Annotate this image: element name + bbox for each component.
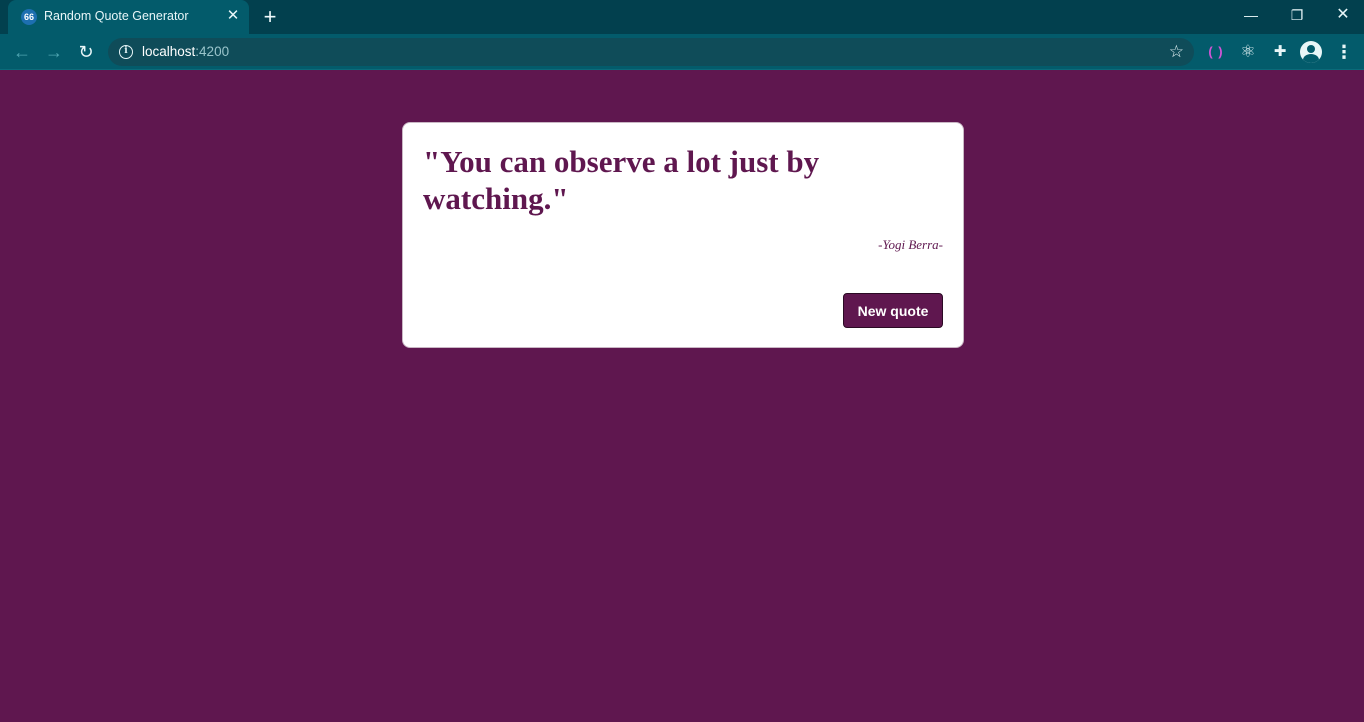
profile-avatar-icon[interactable]: [1300, 41, 1322, 63]
browser-toolbar: ← → ↻ i localhost:4200 ☆ ( ) ⚛ ✚ ⋮: [0, 34, 1364, 70]
new-quote-button[interactable]: New quote: [843, 293, 943, 328]
forward-arrow-icon[interactable]: →: [41, 39, 67, 65]
bookmark-star-icon[interactable]: ☆: [1169, 41, 1184, 63]
site-info-icon[interactable]: i: [119, 45, 133, 59]
reload-icon[interactable]: ↻: [73, 39, 99, 65]
browser-title-bar: 66 Random Quote Generator ✕ + — ❐ ✕: [0, 0, 1364, 34]
react-devtools-icon[interactable]: ⚛: [1236, 40, 1260, 64]
address-bar[interactable]: i localhost:4200 ☆: [108, 38, 1194, 66]
avatar-head: [1307, 45, 1315, 53]
browser-tab-active[interactable]: 66 Random Quote Generator ✕: [8, 0, 249, 34]
url-port: :4200: [195, 44, 230, 59]
kebab-menu-icon[interactable]: ⋮: [1332, 40, 1356, 64]
tab-title: Random Quote Generator: [44, 9, 189, 23]
quote-author: -Yogi Berra-: [878, 237, 943, 252]
avatar-body: [1303, 54, 1319, 63]
window-restore-button[interactable]: ❐: [1274, 0, 1320, 30]
page-viewport: "You can observe a lot just by watching.…: [0, 71, 1364, 722]
url-host: localhost: [142, 44, 196, 59]
brackets-extension-icon[interactable]: ( ): [1204, 40, 1228, 64]
quote-text: "You can observe a lot just by watching.…: [423, 144, 820, 216]
quote-card: "You can observe a lot just by watching.…: [402, 122, 964, 348]
quote-favicon-icon: 66: [21, 9, 37, 25]
address-url[interactable]: localhost:4200: [142, 44, 229, 59]
back-arrow-icon[interactable]: ←: [9, 39, 35, 65]
new-tab-button[interactable]: +: [258, 5, 282, 29]
tab-close-icon[interactable]: ✕: [223, 6, 243, 26]
extensions-puzzle-icon[interactable]: ✚: [1268, 40, 1292, 64]
window-minimize-button[interactable]: —: [1228, 0, 1274, 30]
window-close-button[interactable]: ✕: [1320, 0, 1364, 30]
